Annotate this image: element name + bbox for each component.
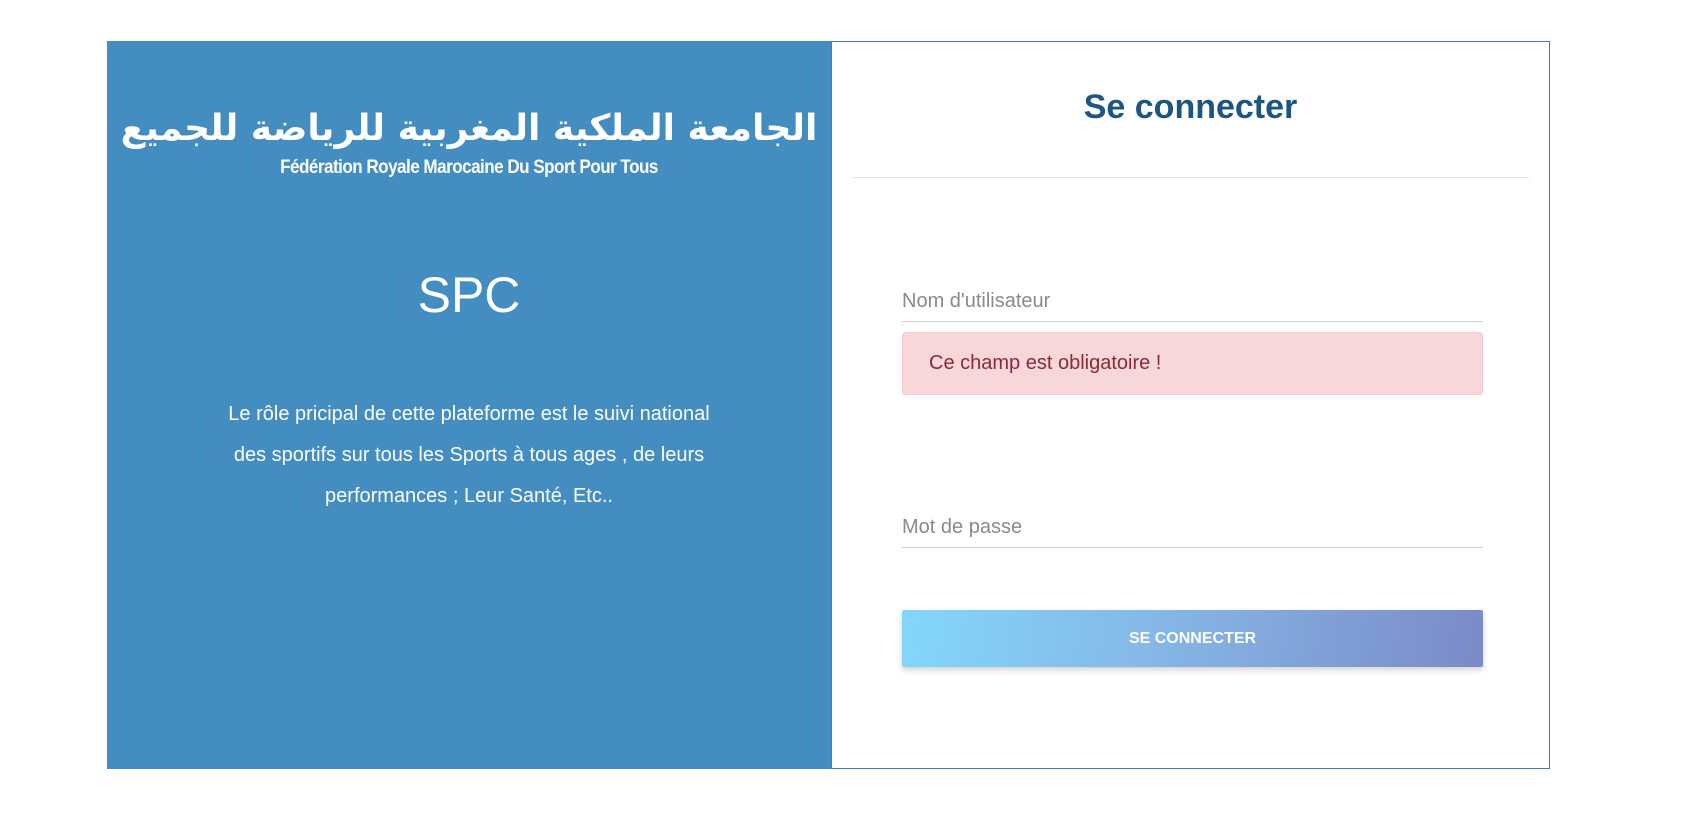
logo-arabic-text: الجامعة الملكية المغربية للرياضة للجميع [120, 108, 818, 149]
login-submit-button[interactable]: SE CONNECTER [902, 610, 1483, 667]
username-input[interactable] [902, 282, 1483, 322]
title-divider [852, 177, 1529, 178]
platform-description: Le rôle pricipal de cette plateforme est… [228, 403, 710, 507]
brand-panel: الجامعة الملكية المغربية للرياضة للجميع … [107, 41, 831, 769]
login-form-panel: Se connecter Ce champ est obligatoire ! … [831, 41, 1550, 769]
federation-logo: الجامعة الملكية المغربية للرياضة للجميع … [107, 107, 831, 179]
login-card: الجامعة الملكية المغربية للرياضة للجميع … [107, 41, 1550, 769]
app-name: SPC [417, 267, 521, 323]
username-error-alert: Ce champ est obligatoire ! [902, 332, 1483, 395]
logo-latin-text: Fédération Royale Marocaine Du Sport Pou… [280, 157, 658, 178]
password-input[interactable] [902, 508, 1483, 548]
form-title: Se connecter [1083, 88, 1298, 126]
